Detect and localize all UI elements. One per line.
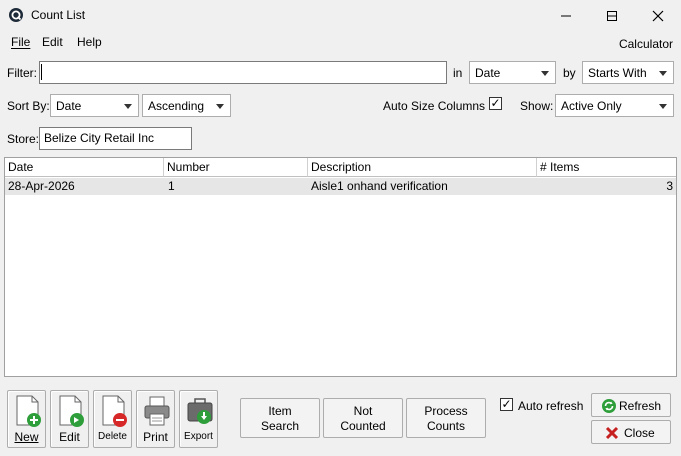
filter-field-select[interactable]: Date (469, 61, 556, 84)
close-button[interactable]: Close (591, 420, 671, 444)
chevron-down-icon (124, 104, 132, 109)
export-button[interactable]: Export (179, 390, 218, 448)
menu-help-label: Help (77, 35, 102, 49)
filter-mode-value: Starts With (588, 66, 647, 80)
cell-number: 1 (168, 179, 175, 193)
chevron-down-icon (659, 104, 667, 109)
maximize-icon (607, 10, 617, 21)
refresh-button[interactable]: Refresh (591, 393, 671, 417)
new-button[interactable]: New (7, 390, 46, 448)
auto-refresh-checkbox[interactable]: ✓ (500, 398, 513, 411)
sort-order-select[interactable]: Ascending (142, 94, 231, 117)
printer-icon (144, 396, 170, 426)
cell-items: 3 (666, 179, 673, 193)
sort-by-label: Sort By: (7, 99, 50, 113)
new-button-label: New (14, 430, 39, 444)
table-row[interactable]: 28-Apr-2026 1 Aisle1 onhand verification… (5, 178, 676, 195)
cell-description: Aisle1 onhand verification (311, 179, 448, 193)
process-counts-line1: Process (424, 404, 468, 418)
calculator-link[interactable]: Calculator (619, 37, 673, 51)
not-counted-button[interactable]: Not Counted (323, 398, 403, 438)
count-list-grid[interactable]: Date Number Description # Items 28-Apr-2… (4, 157, 677, 377)
menu-file[interactable]: File (11, 35, 30, 49)
edit-document-icon (59, 395, 84, 427)
close-window-button[interactable] (635, 0, 681, 31)
app-logo-icon (8, 7, 24, 23)
sort-order-value: Ascending (148, 99, 205, 113)
menu-edit-label: Edit (42, 35, 63, 49)
refresh-icon (602, 399, 616, 413)
export-briefcase-icon (187, 398, 213, 424)
delete-button[interactable]: Delete (93, 390, 132, 448)
item-search-line1: Item (268, 404, 292, 418)
filter-input[interactable] (39, 61, 447, 84)
filter-label: Filter: (7, 66, 37, 80)
cell-date: 28-Apr-2026 (8, 179, 75, 193)
auto-size-columns-label: Auto Size Columns (383, 99, 486, 113)
close-icon (652, 10, 664, 21)
text-caret (41, 64, 42, 80)
column-header-number[interactable]: Number (164, 158, 308, 177)
auto-size-columns-checkbox[interactable]: ✓ (489, 97, 502, 110)
chevron-down-icon (541, 71, 549, 76)
menu-edit[interactable]: Edit (42, 35, 63, 49)
minimize-icon (561, 15, 571, 16)
chevron-down-icon (659, 71, 667, 76)
process-counts-button[interactable]: Process Counts (406, 398, 486, 438)
item-search-line2: Search (260, 419, 300, 433)
auto-refresh-label: Auto refresh (518, 399, 584, 413)
process-counts-line2: Counts (426, 419, 466, 433)
not-counted-line2: Counted (340, 419, 386, 433)
sort-field-value: Date (56, 99, 82, 113)
refresh-button-label: Refresh (619, 399, 662, 413)
show-filter-value: Active Only (561, 99, 622, 113)
close-button-label: Close (624, 426, 655, 440)
delete-button-label: Delete (98, 431, 127, 442)
store-label: Store: (7, 132, 40, 146)
chevron-down-icon (216, 104, 224, 109)
print-button-label: Print (143, 430, 168, 444)
item-search-button[interactable]: Item Search (240, 398, 320, 438)
minimize-button[interactable] (543, 0, 589, 31)
filter-in-label: in (453, 66, 463, 80)
maximize-button[interactable] (589, 0, 635, 31)
export-button-label: Export (184, 431, 213, 442)
filter-field-value: Date (475, 66, 501, 80)
store-input[interactable]: Belize City Retail Inc (39, 127, 192, 150)
close-x-icon (605, 426, 619, 440)
show-filter-select[interactable]: Active Only (555, 94, 674, 117)
menu-file-label: File (11, 35, 31, 49)
column-header-description[interactable]: Description (308, 158, 537, 177)
menu-help[interactable]: Help (77, 35, 102, 49)
filter-by-label: by (563, 66, 576, 80)
column-header-date[interactable]: Date (5, 158, 164, 177)
column-header-items[interactable]: # Items (537, 158, 676, 177)
edit-button-label: Edit (59, 430, 80, 444)
window-title: Count List (31, 8, 86, 22)
delete-document-icon (102, 395, 127, 427)
new-document-icon (16, 395, 41, 427)
sort-field-select[interactable]: Date (50, 94, 139, 117)
filter-mode-select[interactable]: Starts With (582, 61, 674, 84)
print-button[interactable]: Print (136, 390, 175, 448)
show-label: Show: (520, 99, 554, 113)
not-counted-line1: Not (353, 404, 373, 418)
edit-button[interactable]: Edit (50, 390, 89, 448)
